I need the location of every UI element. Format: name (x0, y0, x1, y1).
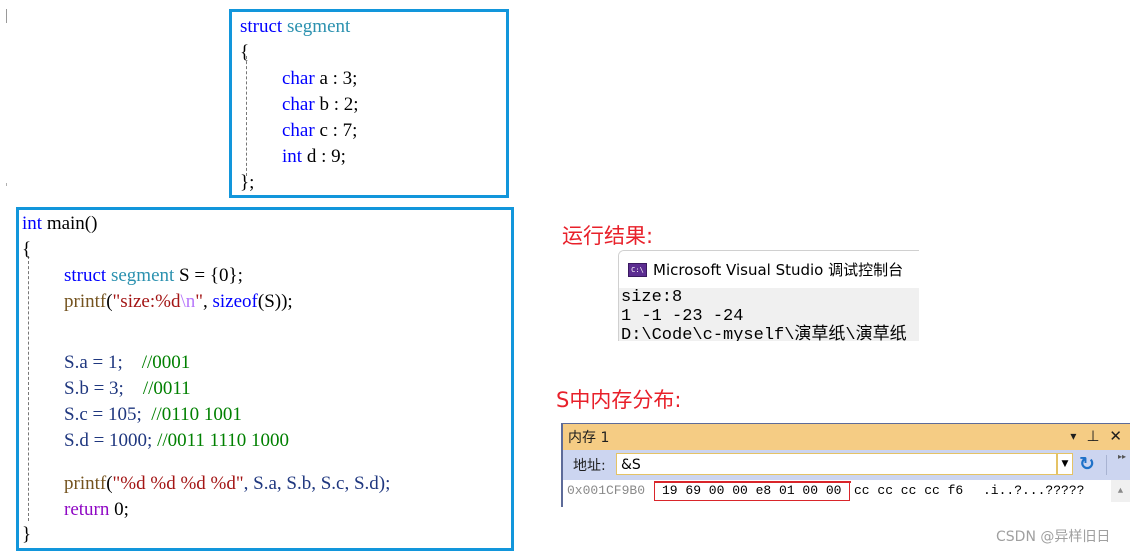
code-line: int d : 9; (282, 144, 346, 170)
address-input[interactable]: &S (616, 453, 1057, 475)
close-icon[interactable]: ✕ (1109, 427, 1122, 445)
address-label: 地址: (573, 458, 606, 474)
console-line: size:8 (621, 288, 683, 307)
code-text: main() (42, 213, 98, 234)
code-line: } (22, 524, 32, 545)
keyword: struct (240, 16, 283, 37)
type-name: segment (286, 16, 351, 37)
code-line: char b : 2; (282, 92, 359, 118)
function-name: printf (64, 473, 107, 494)
code-comment: //0011 (142, 378, 191, 399)
code-line: S.c = 105; //0110 1001 (64, 402, 242, 428)
code-text: b : 2; (314, 94, 359, 115)
code-text: S = {0}; (174, 265, 243, 286)
keyword: sizeof (212, 291, 258, 312)
code-text: 0; (109, 499, 129, 520)
toolbar-separator (1106, 455, 1107, 475)
keyword: char (282, 68, 315, 89)
function-name: printf (64, 291, 107, 312)
indent-guide (28, 256, 29, 521)
keyword: int (282, 146, 303, 167)
dropdown-arrow-icon[interactable]: ▾ (1070, 429, 1076, 445)
code-text: , S.a, S.b, S.c, S.d); (243, 473, 391, 494)
console-output: size:8 1 -1 -23 -24 D:\Code\c-myself\演草纸… (619, 288, 919, 341)
keyword: int (22, 213, 43, 234)
memory-window-title: 内存 1 (568, 430, 610, 446)
code-text: a : 3; (314, 68, 358, 89)
watermark: CSDN @异样旧日 (996, 529, 1111, 545)
memory-window-titlebar: 内存 1 ▾ ⊥ ✕ (563, 423, 1130, 450)
code-line: S.a = 1; //0001 (64, 350, 190, 376)
memory-layout-label: S中内存分布: (556, 388, 682, 412)
code-text: S.a = 1; (64, 352, 142, 373)
console-line: 1 -1 -23 -24 (621, 307, 744, 326)
code-line: char c : 7; (282, 118, 357, 144)
console-app-icon: C:\ (628, 262, 647, 277)
code-text: d : 9; (302, 146, 346, 167)
code-line: }; (240, 172, 255, 193)
keyword: struct (64, 265, 107, 286)
code-text: c : 7; (314, 120, 358, 141)
code-text: S.d = 1000; (64, 430, 158, 451)
code-comment: //0011 1110 1000 (157, 430, 290, 451)
console-line: D:\Code\c-myself\演草纸\演草纸 (621, 326, 907, 341)
code-text: (S)); (257, 291, 293, 312)
pin-icon[interactable]: ⊥ (1086, 427, 1099, 445)
main-function-code-block: int main() { struct segment S = {0}; pri… (16, 207, 514, 551)
code-line: { (22, 239, 32, 260)
code-line: printf("size:%d\n", sizeof(S)); (64, 289, 293, 315)
code-line: struct segment (240, 14, 350, 40)
highlighted-bytes: 19 69 00 00 e8 01 00 00 (662, 483, 842, 498)
escape-sequence: \n (180, 291, 196, 312)
struct-definition-code-block: struct segment { char a : 3; char b : 2;… (229, 9, 509, 198)
console-title: Microsoft Visual Studio 调试控制台 (653, 261, 904, 279)
keyword: char (282, 120, 315, 141)
indent-guide (246, 56, 247, 176)
memory-window: 内存 1 ▾ ⊥ ✕ 地址: &S ▼ ↻ ▸▸ 0x001CF9B0 19 6… (561, 423, 1130, 507)
code-line: int main() (22, 211, 97, 237)
code-line: printf("%d %d %d %d", S.a, S.b, S.c, S.d… (64, 471, 390, 497)
code-text: S.c = 105; (64, 404, 152, 425)
keyword: char (282, 94, 315, 115)
memory-ascii: .i..?...????? (983, 483, 1085, 498)
keyword: return (64, 499, 110, 520)
address-toolbar: 地址: &S ▼ ↻ ▸▸ (563, 450, 1130, 480)
code-text: S.b = 3; (64, 378, 143, 399)
memory-bytes: cc cc cc cc f6 (854, 483, 964, 498)
memory-row: 0x001CF9B0 19 69 00 00 e8 01 00 00 cc cc… (563, 480, 1130, 504)
text-cursor (6, 9, 7, 23)
type-name: segment (110, 265, 175, 286)
code-text: , (203, 291, 213, 312)
code-line: struct segment S = {0}; (64, 263, 243, 289)
run-result-label: 运行结果: (562, 224, 654, 248)
scroll-up-button[interactable]: ▲ (1111, 480, 1130, 502)
string-literal: "size:%d (112, 291, 181, 312)
code-line: return 0; (64, 497, 129, 523)
debug-console-window: C:\ Microsoft Visual Studio 调试控制台 size:8… (618, 250, 919, 341)
console-titlebar: C:\ Microsoft Visual Studio 调试控制台 (619, 251, 919, 288)
code-line: { (240, 42, 250, 63)
code-comment: //0001 (141, 352, 191, 373)
toolbar-overflow-icon[interactable]: ▸▸ (1118, 452, 1126, 461)
code-line: S.d = 1000; //0011 1110 1000 (64, 428, 289, 454)
address-dropdown-button[interactable]: ▼ (1057, 453, 1073, 475)
string-literal: " (195, 291, 203, 312)
memory-row-address: 0x001CF9B0 (567, 483, 646, 498)
code-line: char a : 3; (282, 66, 357, 92)
string-literal: "%d %d %d %d" (112, 473, 244, 494)
code-line: S.b = 3; //0011 (64, 376, 191, 402)
text-cursor-mark (6, 183, 7, 186)
refresh-icon[interactable]: ↻ (1079, 453, 1095, 475)
code-comment: //0110 1001 (151, 404, 242, 425)
